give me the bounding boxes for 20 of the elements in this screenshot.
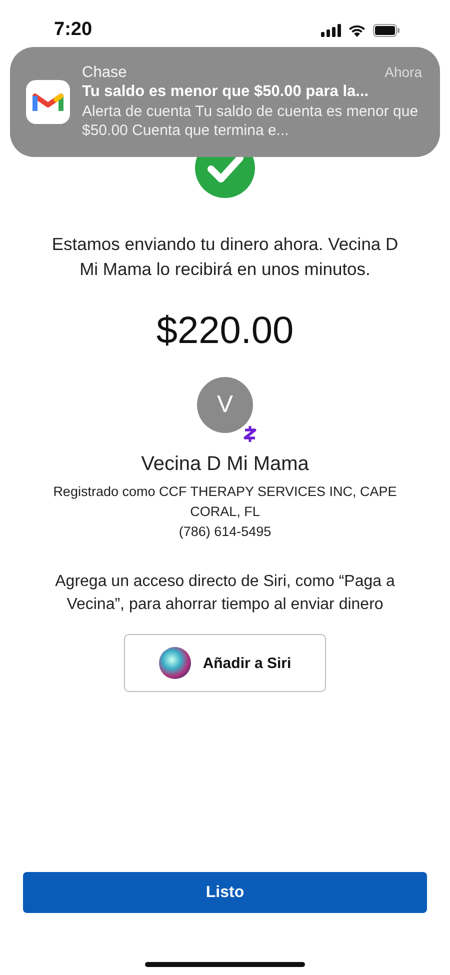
battery-icon	[373, 24, 400, 36]
status-message: Estamos enviando tu dinero ahora. Vecina D Mi Mama lo recibirá en unos minutos.	[50, 233, 400, 281]
phone-number: (786) 614-5495	[178, 523, 272, 541]
amount: $220.00	[156, 310, 294, 353]
add-to-siri-button[interactable]: Añadir a Siri	[124, 634, 326, 692]
registered-as-text: Registrado como CCF THERAPY SERVICES INC, CAPE CORAL, FL	[52, 483, 398, 521]
avatar: V	[197, 377, 253, 433]
notification-banner[interactable]: Chase Ahora Tu saldo es menor que $50.00 para la... Alerta de cuenta Tu saldo de cuenta es menor que $50.00 Cuenta que termina e...	[10, 47, 440, 157]
notification-title: Tu saldo es menor que $50.00 para la...	[82, 82, 370, 100]
notification-body: Alerta de cuenta Tu saldo de cuenta es menor que $50.00 Cuenta que termina e...	[82, 102, 420, 140]
mail-app-icon	[26, 80, 70, 124]
recipient-name: Vecina D Mi Mama	[141, 453, 309, 476]
signal-icon	[321, 24, 341, 36]
wifi-icon	[348, 24, 366, 36]
status-time: 7:20	[54, 19, 92, 41]
notification-time: Ahora	[384, 64, 422, 82]
notification-app: Chase	[82, 64, 127, 82]
siri-description: Agrega un acceso directo de Siri, como “Paga a Vecina”, para ahorrar tiempo al enviar dinero	[54, 572, 396, 615]
siri-icon	[158, 647, 191, 679]
done-button[interactable]: Listo	[23, 872, 427, 913]
